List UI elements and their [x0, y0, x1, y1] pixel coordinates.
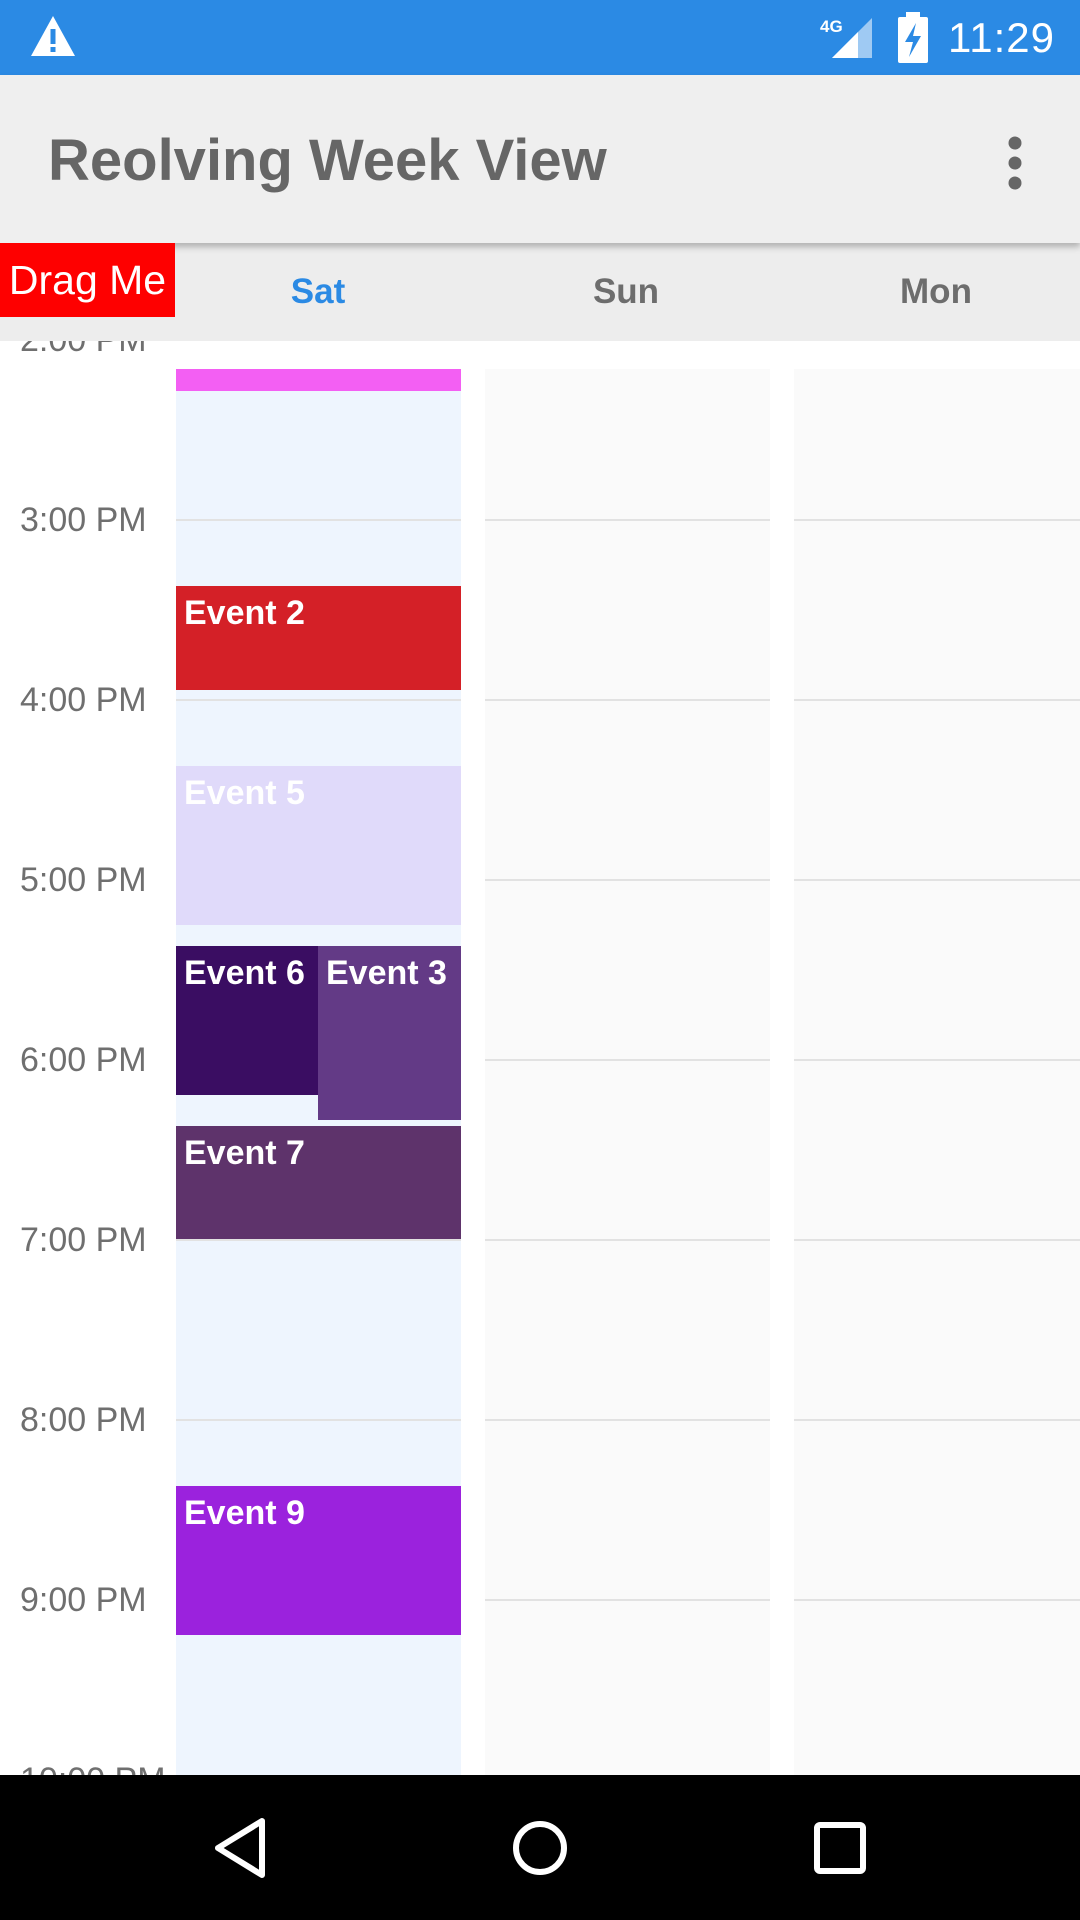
- calendar-grid[interactable]: 2:00 PM 3:00 PM 4:00 PM 5:00 PM 6:00 PM …: [0, 341, 1080, 1775]
- time-label: 3:00 PM: [20, 501, 147, 539]
- home-icon[interactable]: [505, 1813, 575, 1883]
- app-bar: Reolving Week View: [0, 75, 1080, 243]
- time-label: 7:00 PM: [20, 1221, 147, 1259]
- event-6-block[interactable]: Event 6: [176, 946, 318, 1095]
- event-7-block[interactable]: Event 7: [176, 1126, 461, 1239]
- hour-line: [794, 1599, 1080, 1601]
- hour-line: [176, 1419, 461, 1421]
- more-vert-icon[interactable]: [990, 133, 1040, 193]
- day-header-sun[interactable]: Sun: [486, 272, 766, 312]
- day-column-sun[interactable]: [485, 369, 770, 1775]
- hour-line: [794, 699, 1080, 701]
- time-label: 10:00 PM: [20, 1761, 166, 1775]
- hour-line: [794, 1419, 1080, 1421]
- event-title: Event 5: [184, 774, 305, 812]
- navigation-bar: [0, 1775, 1080, 1920]
- time-label: 6:00 PM: [20, 1041, 147, 1079]
- hour-line: [485, 879, 770, 881]
- event-title: Event 3: [326, 954, 447, 992]
- event-5-block[interactable]: Event 5: [176, 766, 461, 925]
- event-title: Event 7: [184, 1134, 305, 1172]
- event-2-block[interactable]: Event 2: [176, 586, 461, 690]
- back-icon[interactable]: [206, 1813, 276, 1883]
- hour-line: [794, 519, 1080, 521]
- hour-line: [485, 1419, 770, 1421]
- hour-line: [485, 1239, 770, 1241]
- network-type-label: 4G: [820, 17, 843, 36]
- time-label: 5:00 PM: [20, 861, 147, 899]
- day-header-sat[interactable]: Sat: [178, 272, 458, 312]
- status-time: 11:29: [948, 14, 1055, 61]
- app-title: Reolving Week View: [48, 128, 607, 193]
- event-block[interactable]: [176, 369, 461, 391]
- time-label: 9:00 PM: [20, 1581, 147, 1619]
- event-title: Event 9: [184, 1494, 305, 1532]
- event-title: Event 6: [184, 954, 305, 992]
- time-label: 4:00 PM: [20, 681, 147, 719]
- hour-line: [176, 519, 461, 521]
- recents-icon[interactable]: [805, 1813, 875, 1883]
- hour-line: [485, 1599, 770, 1601]
- signal-icon: 4G: [820, 17, 872, 58]
- warning-icon: [31, 16, 75, 56]
- hour-line: [485, 699, 770, 701]
- day-header-mon[interactable]: Mon: [796, 272, 1076, 312]
- time-label: 2:00 PM: [20, 341, 147, 360]
- hour-line: [485, 1059, 770, 1061]
- hour-line: [176, 699, 461, 701]
- event-3-block[interactable]: Event 3: [318, 946, 461, 1120]
- hour-line: [176, 1239, 461, 1241]
- status-bar: 4G 11:29: [0, 0, 1080, 75]
- hour-line: [485, 519, 770, 521]
- drag-me-button[interactable]: Drag Me: [0, 243, 175, 317]
- event-9-block[interactable]: Event 9: [176, 1486, 461, 1635]
- battery-charging-icon: [898, 12, 928, 63]
- hour-line: [794, 1059, 1080, 1061]
- hour-line: [794, 879, 1080, 881]
- day-column-mon[interactable]: [794, 369, 1080, 1775]
- time-label: 8:00 PM: [20, 1401, 147, 1439]
- event-title: Event 2: [184, 594, 305, 632]
- hour-line: [794, 1239, 1080, 1241]
